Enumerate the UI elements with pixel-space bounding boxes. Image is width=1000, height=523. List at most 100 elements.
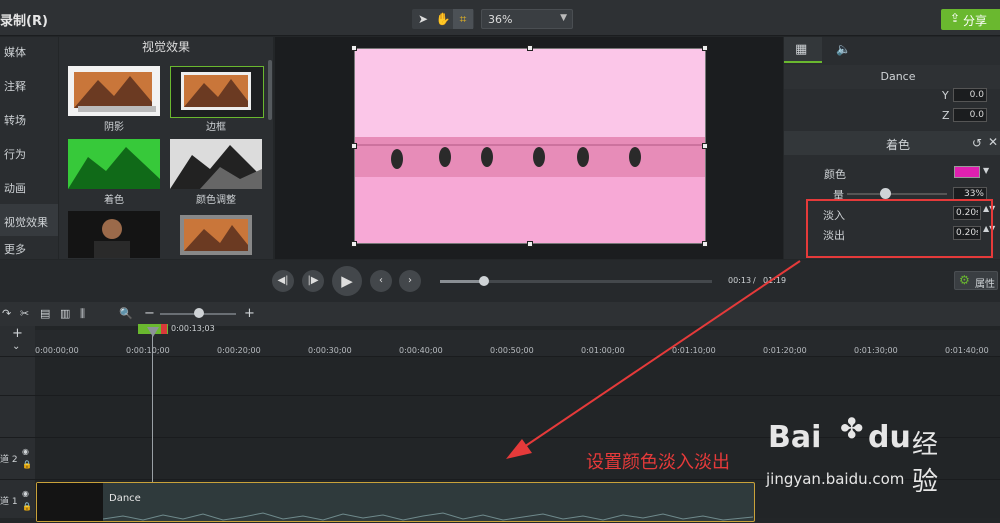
step-forward-icon[interactable]: |▶ — [302, 270, 324, 292]
ruler-tick-label: 0:01:30;00 — [854, 346, 898, 355]
resize-handle[interactable] — [702, 241, 708, 247]
crop-icon[interactable]: ⌗ — [453, 9, 473, 29]
dance-frame-image — [355, 49, 705, 243]
effect-shadow-label: 阴影 — [104, 122, 124, 133]
redo-icon[interactable]: ↷ — [2, 307, 11, 320]
play-icon[interactable]: ▶ — [332, 266, 362, 296]
hand-icon[interactable]: ✋ — [433, 9, 453, 29]
playhead-time: 0:00:13;03 — [171, 324, 215, 333]
watermark-url: jingyan.baidu.com — [766, 470, 905, 488]
next-icon[interactable]: › — [399, 270, 421, 292]
effect-tint-thumb[interactable] — [68, 139, 160, 189]
gear-icon: ⚙ — [959, 273, 970, 287]
paw-icon: ✤ — [840, 412, 864, 445]
resize-handle[interactable] — [702, 143, 708, 149]
clip-thumbnail — [37, 483, 103, 521]
speaker-icon[interactable]: 🔈 — [836, 42, 851, 56]
share-icon: ⇪ — [950, 11, 961, 25]
watermark-brand-a: Bai — [768, 420, 822, 455]
color-label: 颜色 — [824, 168, 846, 181]
mountain-thumbnail — [170, 145, 262, 189]
ruler-tick-label: 0:01:40;00 — [945, 346, 989, 355]
effect-presenter-thumb[interactable] — [68, 211, 160, 258]
dance-clip[interactable]: Dance — [36, 482, 755, 522]
effect-border-label: 边框 — [206, 122, 226, 133]
zoom-icon: 🔍 — [119, 307, 133, 320]
nav-item-media[interactable]: 媒体 — [4, 44, 26, 60]
z-input[interactable] — [953, 108, 987, 122]
resize-handle[interactable] — [351, 241, 357, 247]
ruler-tick-label: 0:00:10;00 — [126, 346, 170, 355]
mountain-thumbnail — [181, 72, 251, 110]
mountain-thumbnail — [180, 215, 252, 255]
range-out-marker[interactable] — [161, 324, 167, 334]
chevron-down-icon: ▼ — [560, 13, 567, 23]
color-swatch[interactable] — [954, 166, 980, 178]
amount-slider-track[interactable] — [847, 193, 947, 195]
properties-button[interactable]: ⚙ 属性 — [954, 271, 998, 290]
video-frame[interactable] — [354, 48, 706, 244]
nav-item-visual-effects[interactable]: 视觉效果 — [4, 214, 48, 230]
mountain-thumbnail — [68, 147, 160, 189]
nav-item-transitions[interactable]: 转场 — [4, 112, 26, 128]
reset-icon[interactable]: ↺ — [972, 136, 982, 150]
resize-handle[interactable] — [527, 241, 533, 247]
ruler-tick-label: 0:00:30;00 — [308, 346, 352, 355]
y-input[interactable] — [953, 88, 987, 102]
playback-knob[interactable] — [478, 276, 489, 286]
resize-handle[interactable] — [527, 45, 533, 51]
copy-icon[interactable]: ▤ — [40, 307, 50, 320]
pointer-icon[interactable]: ➤ — [413, 9, 433, 29]
effects-title: 视觉效果 — [141, 40, 190, 54]
timeline-zoom-knob[interactable] — [194, 308, 204, 318]
effect-color-adjust-thumb[interactable] — [170, 139, 262, 189]
zoom-out-icon[interactable]: − — [144, 306, 155, 321]
lock-icon[interactable]: 🔒 — [22, 460, 32, 469]
ruler-tick-label: 0:00:40;00 — [399, 346, 443, 355]
watermark-suffix: 经验 — [912, 430, 939, 497]
effect-shadow-thumb[interactable] — [68, 66, 160, 116]
resize-handle[interactable] — [351, 143, 357, 149]
nav-item-animations[interactable]: 动画 — [4, 180, 26, 196]
nav-item-more[interactable]: 更多 — [4, 241, 26, 257]
amount-slider-knob[interactable] — [880, 188, 891, 199]
canvas-tool-group: ➤ ✋ ⌗ — [412, 9, 474, 29]
effect-frame-thumb[interactable] — [170, 211, 262, 258]
zoom-value: 36% — [488, 13, 513, 26]
zoom-select[interactable]: 36% ▼ — [481, 9, 573, 29]
effect-tint-label: 着色 — [104, 195, 124, 206]
previous-icon[interactable]: ‹ — [370, 270, 392, 292]
eye-icon[interactable]: ◉ — [22, 489, 29, 498]
zoom-in-icon[interactable]: + — [244, 306, 255, 321]
y-label: Y — [942, 89, 949, 102]
split-icon[interactable]: ⫼ — [80, 307, 85, 321]
nav-item-behaviors[interactable]: 行为 — [4, 146, 26, 162]
share-button[interactable]: ⇪ 分享 — [941, 9, 1000, 30]
cut-icon[interactable]: ✂ — [20, 307, 29, 320]
effect-border-thumb[interactable] — [170, 66, 264, 118]
track-1-label: 道 1 — [0, 497, 18, 507]
effects-scrollbar[interactable] — [268, 60, 272, 120]
ruler-tick-label: 0:00:00;00 — [35, 346, 79, 355]
resize-handle[interactable] — [702, 45, 708, 51]
resize-handle[interactable] — [351, 45, 357, 51]
paste-icon[interactable]: ▥ — [60, 307, 70, 320]
close-icon[interactable]: ✕ — [988, 135, 998, 149]
nav-item-annotations[interactable]: 注释 — [4, 78, 26, 94]
z-label: Z — [942, 109, 950, 122]
chevron-down-icon[interactable]: ▼ — [983, 166, 989, 175]
record-menu[interactable]: 录制(R) — [0, 10, 48, 29]
mountain-thumbnail — [74, 72, 156, 112]
add-track-icon[interactable]: + — [12, 326, 23, 341]
eye-icon[interactable]: ◉ — [22, 447, 29, 456]
collapse-icon[interactable]: ⌄ — [12, 341, 20, 352]
track-headers — [0, 326, 35, 518]
lock-icon[interactable]: 🔒 — [22, 502, 32, 511]
annotation-text: 设置颜色淡入淡出 — [586, 452, 730, 473]
step-back-icon[interactable]: ◀| — [272, 270, 294, 292]
track-2-label: 道 2 — [0, 455, 18, 465]
share-label: 分享 — [963, 14, 988, 28]
clip-label: Dance — [109, 493, 141, 504]
person-thumbnail — [94, 219, 130, 258]
clip-name: Dance — [880, 70, 916, 83]
